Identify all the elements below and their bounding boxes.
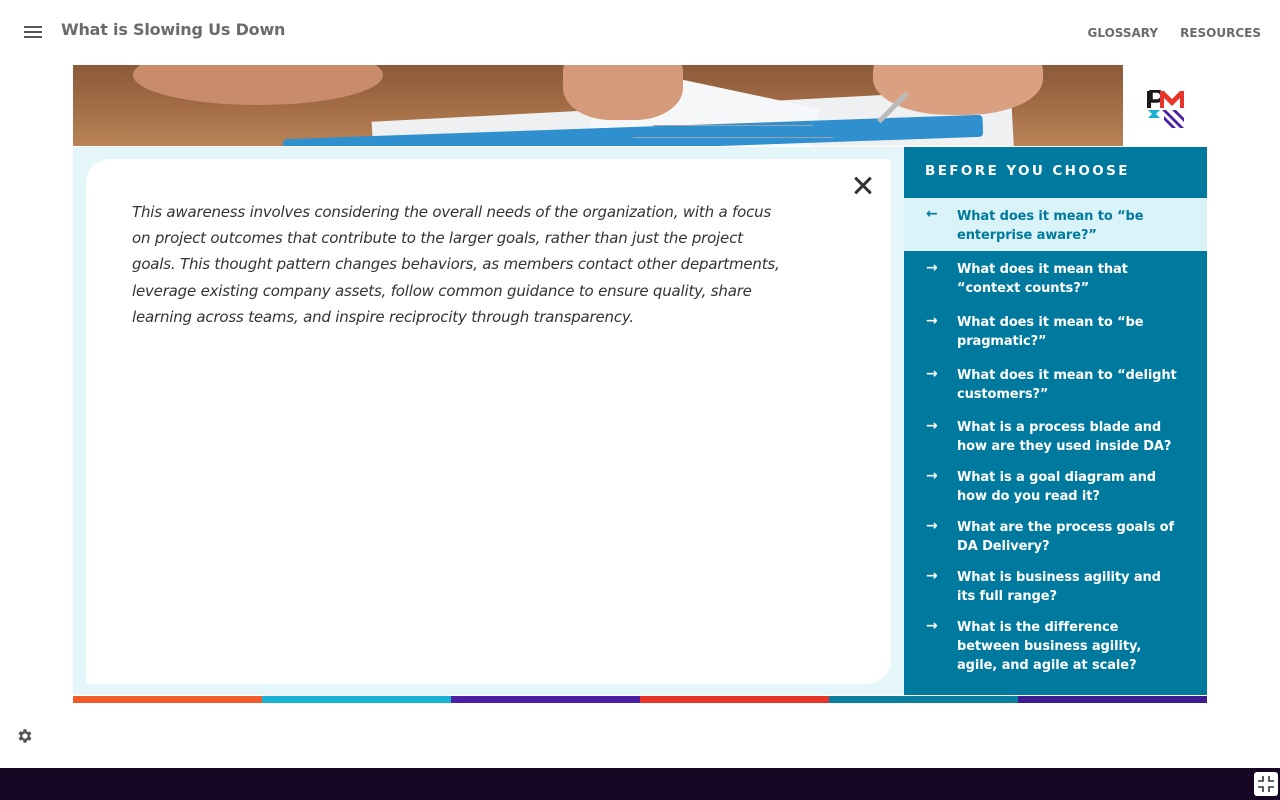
detail-card: This awareness involves considering the … <box>86 159 891 684</box>
banner-image <box>73 65 1123 146</box>
sidebar-item-label: What is a process blade and how are they… <box>957 420 1172 454</box>
strip-segment <box>451 696 640 703</box>
sidebar-item-label: What is a goal diagram and how do you re… <box>957 470 1156 504</box>
strip-segment <box>73 696 262 703</box>
sidebar-item-label: What does it mean that “context counts?” <box>957 262 1128 296</box>
sidebar-item-business-agility[interactable]: → What is business agility and its full … <box>904 568 1207 612</box>
detail-body-text: This awareness involves considering the … <box>132 203 780 326</box>
sidebar-heading: BEFORE YOU CHOOSE <box>925 163 1130 179</box>
sidebar-item-label: What does it mean to “be enterprise awar… <box>957 209 1144 243</box>
sidebar-item-label: What does it mean to “delight customers?… <box>957 368 1177 402</box>
close-icon[interactable] <box>851 173 875 197</box>
arrow-right-icon: → <box>926 260 938 276</box>
top-nav: GLOSSARY RESOURCES <box>1088 26 1262 40</box>
sidebar-item-process-goals[interactable]: → What are the process goals of DA Deliv… <box>904 518 1207 562</box>
arrow-right-icon: → <box>926 313 938 329</box>
sidebar-item-be-pragmatic[interactable]: → What does it mean to “be pragmatic?” <box>904 312 1207 356</box>
resources-link[interactable]: RESOURCES <box>1180 26 1261 40</box>
arrow-right-icon: → <box>926 568 938 584</box>
sidebar-item-goal-diagram[interactable]: → What is a goal diagram and how do you … <box>904 467 1207 511</box>
arrow-right-icon: → <box>926 518 938 534</box>
hamburger-menu-icon[interactable] <box>24 26 42 38</box>
pmi-logo <box>1147 90 1184 128</box>
arrow-right-icon: → <box>926 618 938 634</box>
strip-segment <box>640 696 829 703</box>
sidebar-item-delight-customers[interactable]: → What does it mean to “delight customer… <box>904 365 1207 409</box>
arrow-right-icon: → <box>926 366 938 382</box>
gear-icon[interactable] <box>16 727 34 745</box>
strip-segment <box>829 696 1018 703</box>
arrow-right-icon: → <box>926 468 938 484</box>
sidebar-item-process-blade[interactable]: → What is a process blade and how are th… <box>904 417 1207 461</box>
strip-segment <box>1018 696 1207 703</box>
sidebar-item-context-counts[interactable]: → What does it mean that “context counts… <box>904 259 1207 303</box>
arrow-right-icon: → <box>926 418 938 434</box>
sidebar-item-label: What is the difference between business … <box>957 620 1142 673</box>
sidebar-item-label: What is business agility and its full ra… <box>957 570 1161 604</box>
arrow-left-icon: ← <box>926 206 938 222</box>
bottom-bar <box>0 768 1280 800</box>
strip-segment <box>262 696 451 703</box>
sidebar: BEFORE YOU CHOOSE ← What does it mean to… <box>904 147 1207 695</box>
sidebar-item-agility-difference[interactable]: → What is the difference between busines… <box>904 618 1207 680</box>
sidebar-item-label: What does it mean to “be pragmatic?” <box>957 315 1144 349</box>
page-title: What is Slowing Us Down <box>61 20 286 39</box>
glossary-link[interactable]: GLOSSARY <box>1088 26 1159 40</box>
sidebar-item-enterprise-aware[interactable]: ← What does it mean to “be enterprise aw… <box>904 198 1207 251</box>
exit-fullscreen-icon[interactable] <box>1254 772 1278 796</box>
color-strip <box>73 696 1207 703</box>
content-area: This awareness involves considering the … <box>73 147 904 695</box>
sidebar-item-label: What are the process goals of DA Deliver… <box>957 520 1175 554</box>
